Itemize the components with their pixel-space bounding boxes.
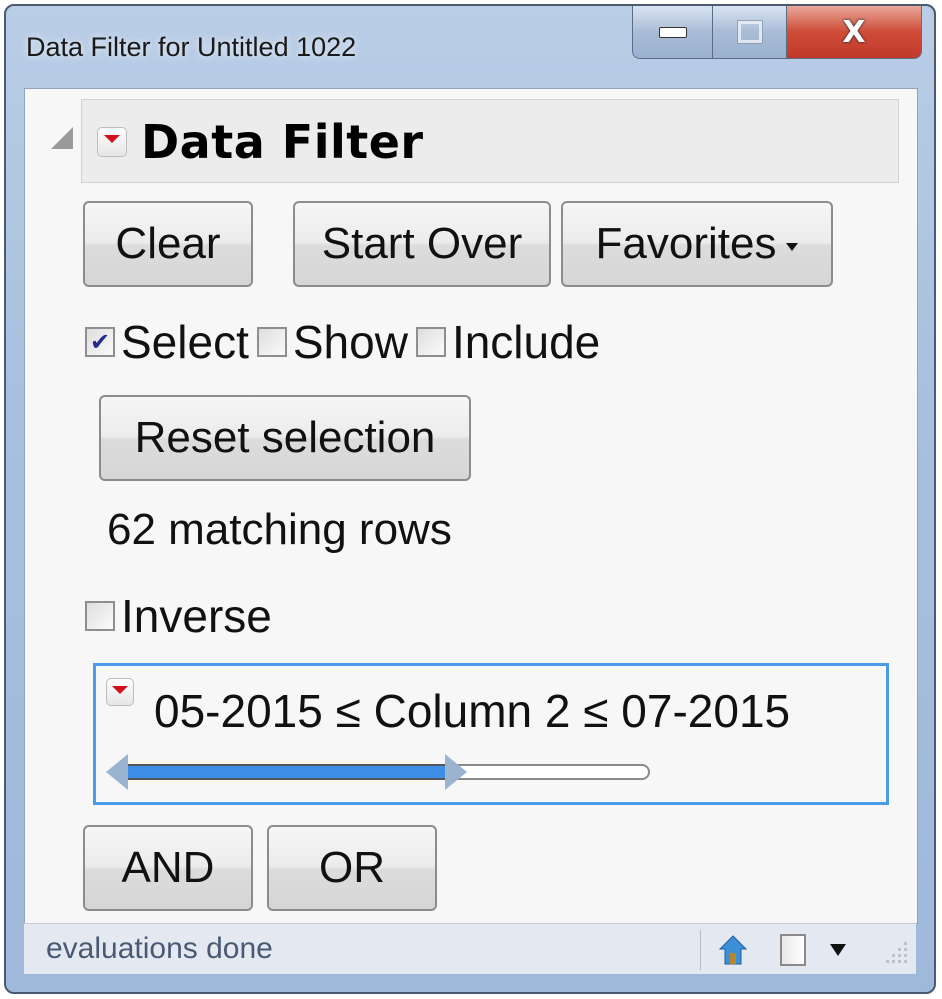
range-slider[interactable] (106, 754, 654, 790)
or-button[interactable]: OR (267, 825, 437, 911)
column-filter-box[interactable]: 05-2015 ≤ Column 2 ≤ 07-2015 (93, 663, 889, 805)
inverse-checkbox[interactable] (85, 601, 115, 631)
status-bar: evaluations done (24, 923, 916, 974)
maximize-button[interactable] (713, 6, 787, 58)
start-over-button-label: Start Over (321, 219, 523, 268)
reset-selection-button[interactable]: Reset selection (99, 395, 471, 481)
minimize-button[interactable] (633, 6, 713, 58)
resize-grip-icon[interactable] (884, 938, 910, 968)
home-icon[interactable] (718, 934, 748, 966)
filter-panel: Data Filter Clear Start Over Favorites ✔… (24, 88, 918, 924)
window-square-icon[interactable] (780, 934, 806, 966)
outline-title: Data Filter (141, 115, 424, 169)
clear-button[interactable]: Clear (83, 201, 253, 287)
show-checkbox[interactable] (256, 327, 287, 357)
red-triangle-menu-icon (104, 135, 120, 143)
close-button[interactable]: X (787, 6, 921, 58)
mode-options: ✔ Select Show Include (85, 315, 608, 369)
status-divider (700, 930, 701, 970)
show-label: Show (292, 316, 408, 368)
inverse-option: Inverse (85, 589, 280, 643)
data-filter-window: Data Filter for Untitled 1022 X Data Fil… (4, 4, 936, 994)
inverse-label: Inverse (121, 590, 272, 642)
window-controls: X (632, 6, 922, 59)
filter-expression: 05-2015 ≤ Column 2 ≤ 07-2015 (154, 685, 791, 737)
disclosure-triangle-icon[interactable] (51, 127, 73, 149)
clear-button-label: Clear (115, 219, 221, 268)
minimize-icon (658, 26, 687, 38)
favorites-label: Favorites (595, 219, 777, 268)
or-button-label: OR (319, 843, 385, 892)
data-filter-menu-button[interactable] (97, 127, 127, 157)
chevron-down-icon (786, 243, 799, 251)
status-text: evaluations done (46, 932, 273, 965)
matching-rows-count: 62 matching rows (107, 505, 452, 554)
favorites-dropdown[interactable]: Favorites (561, 201, 833, 287)
start-over-button[interactable]: Start Over (293, 201, 551, 287)
and-button-label: AND (121, 843, 215, 892)
reset-selection-label: Reset selection (134, 413, 436, 462)
include-checkbox[interactable] (415, 327, 446, 357)
dropdown-arrow-icon[interactable] (830, 944, 846, 956)
column-filter-menu-button[interactable] (106, 678, 134, 706)
select-checkbox[interactable]: ✔ (85, 327, 115, 357)
slider-lower-handle[interactable] (106, 754, 128, 790)
title-bar[interactable]: Data Filter for Untitled 1022 X (6, 6, 934, 88)
red-triangle-menu-icon (112, 686, 128, 694)
and-button[interactable]: AND (83, 825, 253, 911)
close-icon: X (842, 14, 866, 50)
slider-selected-range (120, 764, 449, 780)
slider-upper-handle[interactable] (444, 754, 467, 790)
maximize-icon (736, 20, 763, 44)
select-label: Select (121, 316, 249, 368)
include-label: Include (451, 316, 601, 368)
window-title: Data Filter for Untitled 1022 (26, 32, 357, 62)
